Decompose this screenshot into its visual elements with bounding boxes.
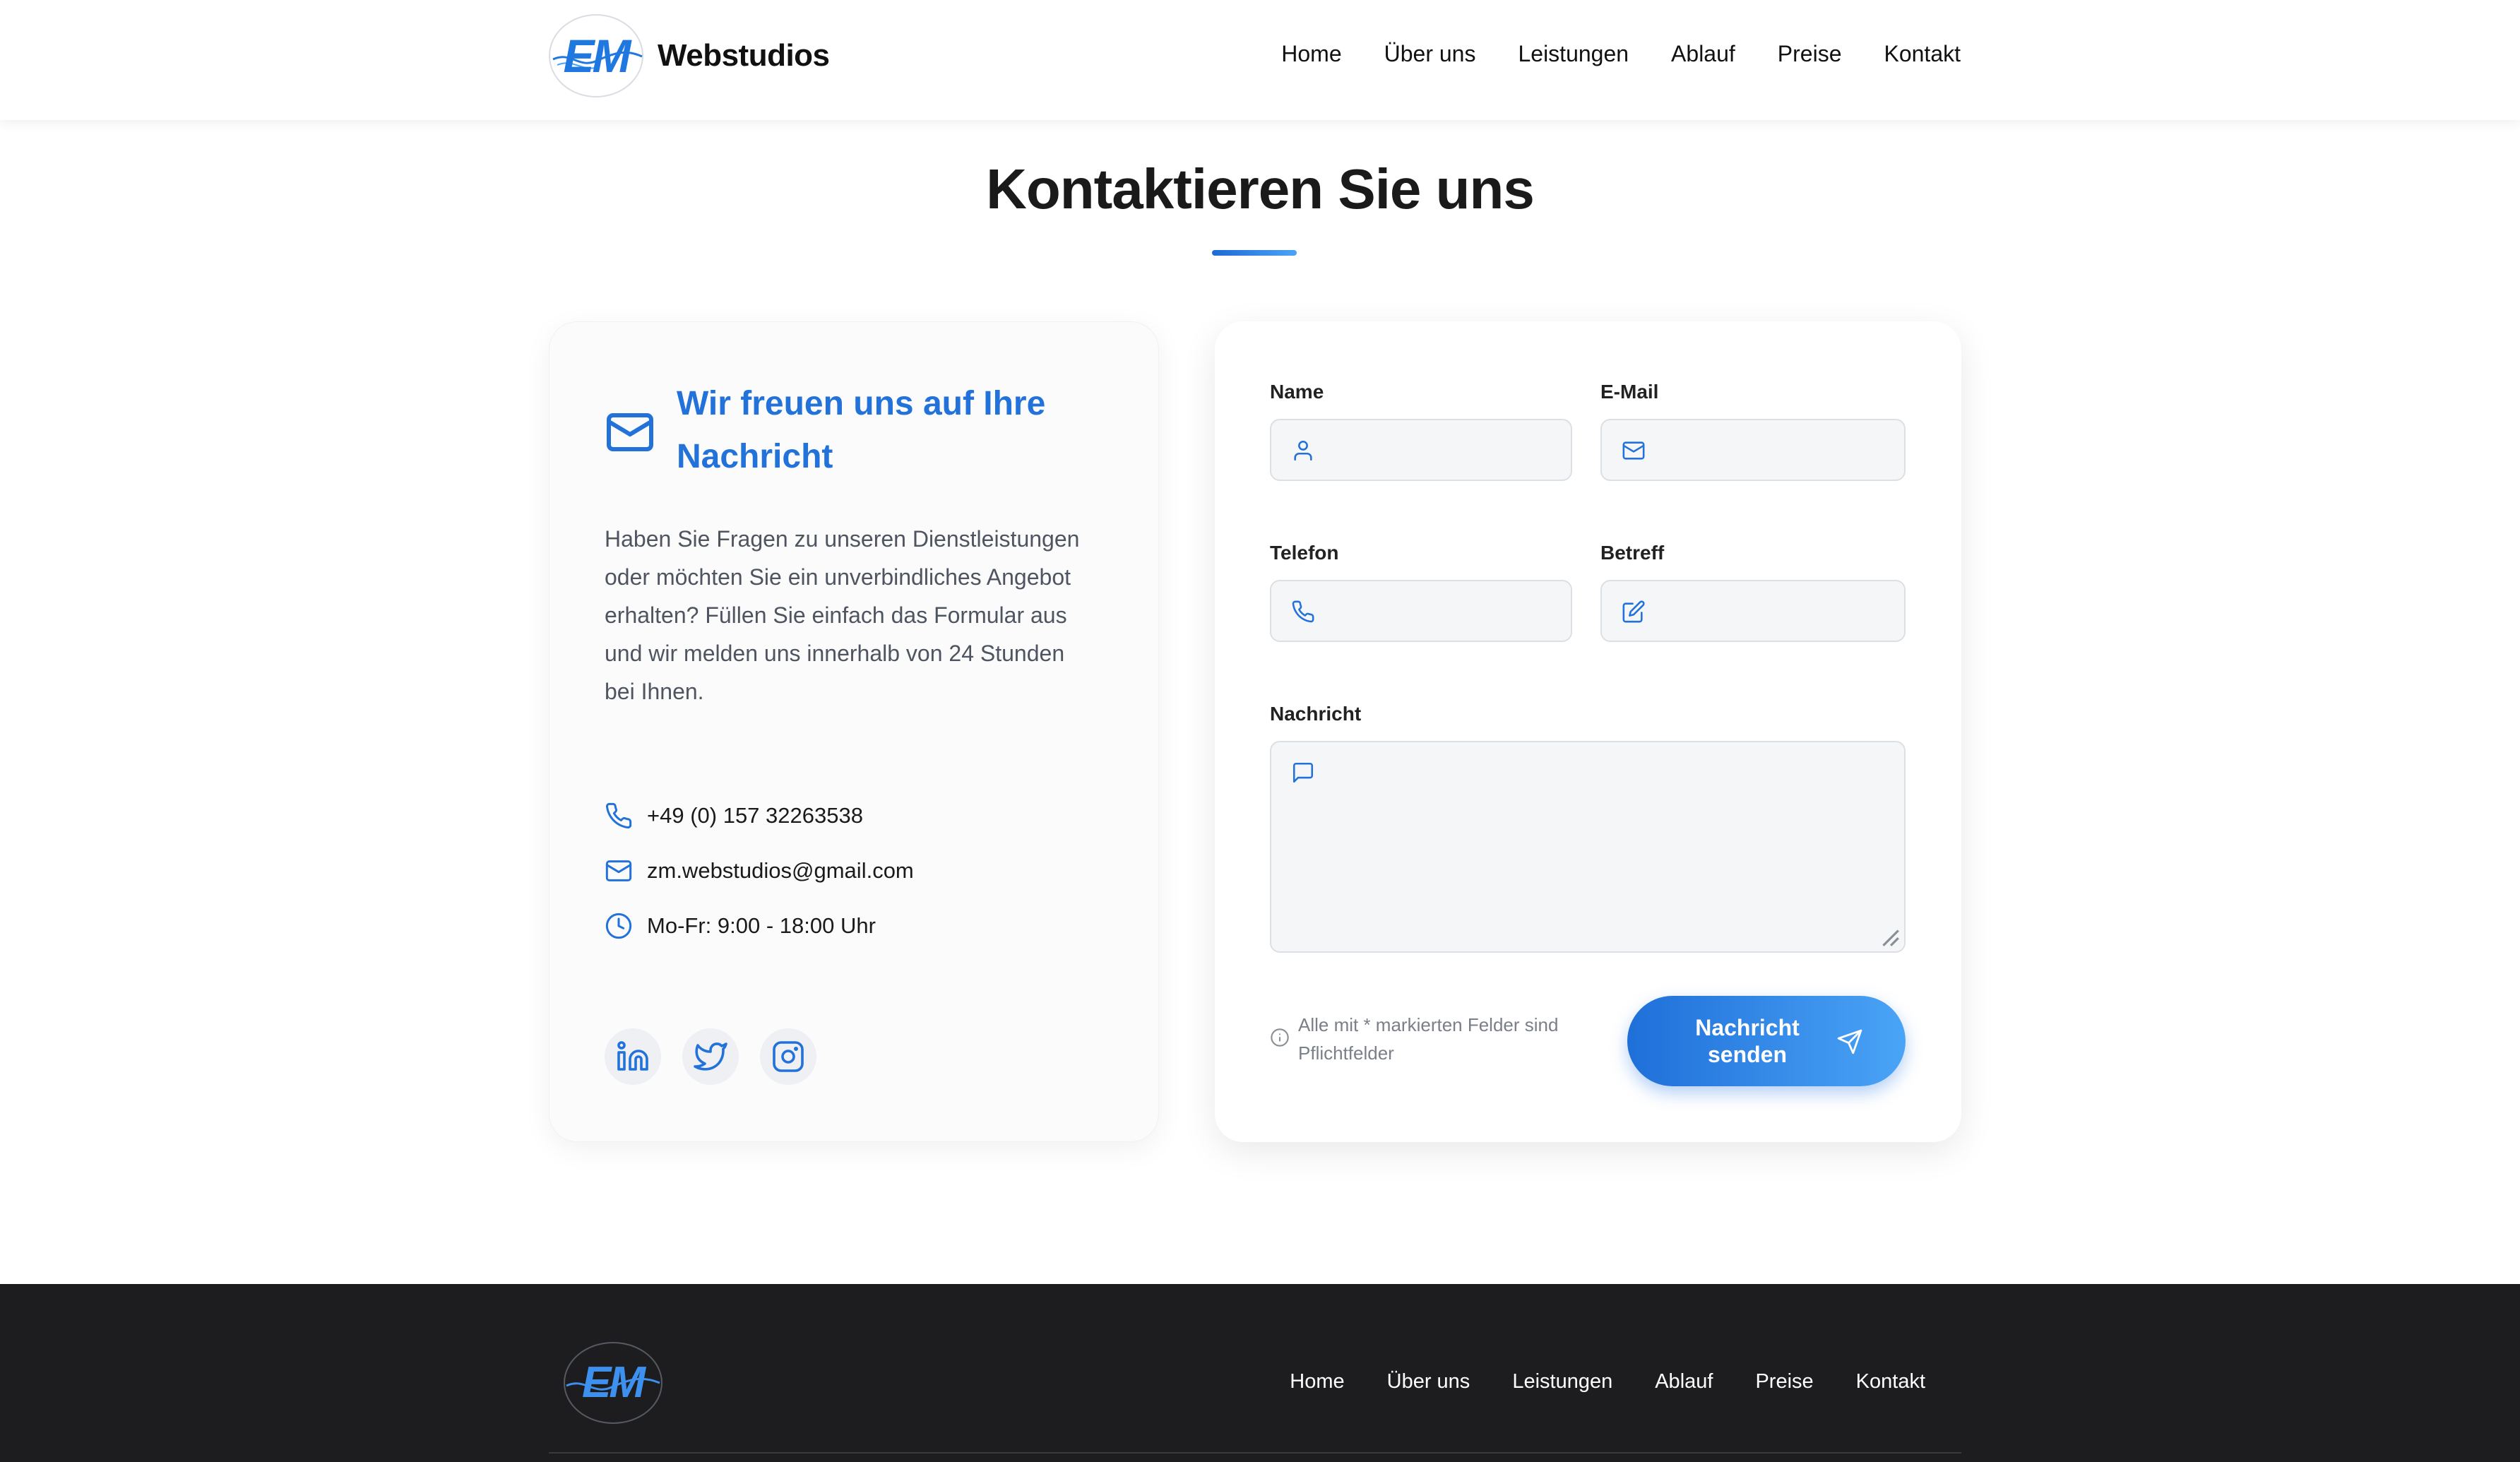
email-field[interactable] xyxy=(1600,419,1906,481)
instagram-link[interactable] xyxy=(760,1028,816,1085)
logo: EM xyxy=(549,14,643,97)
name-field[interactable] xyxy=(1270,419,1572,481)
footer-nav-home[interactable]: Home xyxy=(1290,1370,1344,1393)
phone-field[interactable] xyxy=(1270,580,1572,642)
footer-divider xyxy=(549,1452,1961,1454)
info-icon xyxy=(1271,1028,1289,1047)
linkedin-link[interactable] xyxy=(605,1028,661,1085)
page-title: Kontaktieren Sie uns xyxy=(986,158,1535,220)
main-nav: Home Über uns Leistungen Ablauf Preise K… xyxy=(1281,41,1961,67)
phone-input[interactable] xyxy=(1328,581,1557,641)
subject-field[interactable] xyxy=(1600,580,1906,642)
linkedin-icon xyxy=(617,1041,648,1071)
footer-nav-contact[interactable]: Kontakt xyxy=(1856,1370,1925,1393)
contact-info-card: Wir freuen uns auf Ihre Nachricht Haben … xyxy=(549,321,1159,1142)
footer-logo-text: EM xyxy=(582,1358,646,1407)
required-note-text: Alle mit * markierten Felder sind Pflich… xyxy=(1298,1014,1559,1064)
title-underline xyxy=(1212,250,1297,256)
footer-nav-services[interactable]: Leistungen xyxy=(1512,1370,1612,1393)
social-links xyxy=(605,1028,838,1085)
logo-text: EM xyxy=(563,30,631,82)
phone-icon xyxy=(606,802,632,828)
contact-hours: Mo-Fr: 9:00 - 18:00 Uhr xyxy=(605,898,914,953)
footer-nav-about[interactable]: Über uns xyxy=(1387,1370,1470,1393)
send-message-label: Nachricht senden xyxy=(1695,1015,1800,1067)
nav-contact[interactable]: Kontakt xyxy=(1884,41,1961,67)
nav-about[interactable]: Über uns xyxy=(1384,41,1476,67)
footer-nav: Home Über uns Leistungen Ablauf Preise K… xyxy=(1290,1370,1925,1393)
required-note: Alle mit * markierten Felder sind Pflich… xyxy=(1270,1011,1609,1067)
footer-nav-pricing[interactable]: Preise xyxy=(1755,1370,1813,1393)
contact-email-text: zm.webstudios@gmail.com xyxy=(647,858,914,883)
contact-details-list: +49 (0) 157 32263538 zm.webstudios@gmail… xyxy=(605,788,914,953)
site-header: EM Webstudios Home Über uns Leistungen A… xyxy=(0,0,2520,120)
logo-link[interactable]: EM Webstudios xyxy=(549,14,830,97)
resize-handle-icon[interactable] xyxy=(1877,925,1901,949)
contact-email[interactable]: zm.webstudios@gmail.com xyxy=(605,843,914,898)
subject-label: Betreff xyxy=(1600,542,1665,564)
contact-form-card: Name E-Mail Telefon Betreff Nachricht Al… xyxy=(1215,321,1961,1142)
contact-hours-text: Mo-Fr: 9:00 - 18:00 Uhr xyxy=(647,913,876,938)
phone-label: Telefon xyxy=(1270,542,1339,564)
message-label: Nachricht xyxy=(1270,703,1362,725)
footer-logo[interactable]: EM xyxy=(564,1342,662,1424)
nav-home[interactable]: Home xyxy=(1281,41,1341,67)
instagram-icon xyxy=(773,1041,804,1072)
edit-icon xyxy=(1622,600,1645,623)
email-input[interactable] xyxy=(1658,420,1890,480)
name-label: Name xyxy=(1270,381,1324,403)
nav-process[interactable]: Ablauf xyxy=(1671,41,1735,67)
clock-icon xyxy=(605,913,632,939)
message-field[interactable] xyxy=(1270,741,1906,953)
phone-icon xyxy=(1292,600,1314,623)
info-card-description: Haben Sie Fragen zu unseren Dienstleistu… xyxy=(605,526,1080,704)
send-icon xyxy=(1837,1029,1862,1054)
chat-bubble-icon xyxy=(1292,762,1314,783)
nav-services[interactable]: Leistungen xyxy=(1518,41,1629,67)
contact-phone-text: +49 (0) 157 32263538 xyxy=(647,803,863,828)
twitter-link[interactable] xyxy=(682,1028,739,1085)
name-input[interactable] xyxy=(1328,420,1557,480)
mail-icon xyxy=(607,413,653,451)
footer-nav-process[interactable]: Ablauf xyxy=(1655,1370,1713,1393)
contact-phone[interactable]: +49 (0) 157 32263538 xyxy=(605,788,914,843)
twitter-icon xyxy=(694,1042,727,1071)
mail-icon xyxy=(1622,441,1645,460)
subject-input[interactable] xyxy=(1658,581,1890,641)
email-label: E-Mail xyxy=(1600,381,1659,403)
user-icon xyxy=(1294,440,1312,461)
brand-name: Webstudios xyxy=(658,38,830,73)
mail-icon xyxy=(605,860,632,881)
send-message-button[interactable]: Nachricht senden xyxy=(1627,996,1906,1086)
info-card-title: Wir freuen uns auf Ihre Nachricht xyxy=(677,385,1046,475)
info-card-header: Wir freuen uns auf Ihre Nachricht xyxy=(605,377,1072,483)
site-footer: EM Home Über uns Leistungen Ablauf Preis… xyxy=(0,1284,2520,1462)
nav-pricing[interactable]: Preise xyxy=(1778,41,1842,67)
